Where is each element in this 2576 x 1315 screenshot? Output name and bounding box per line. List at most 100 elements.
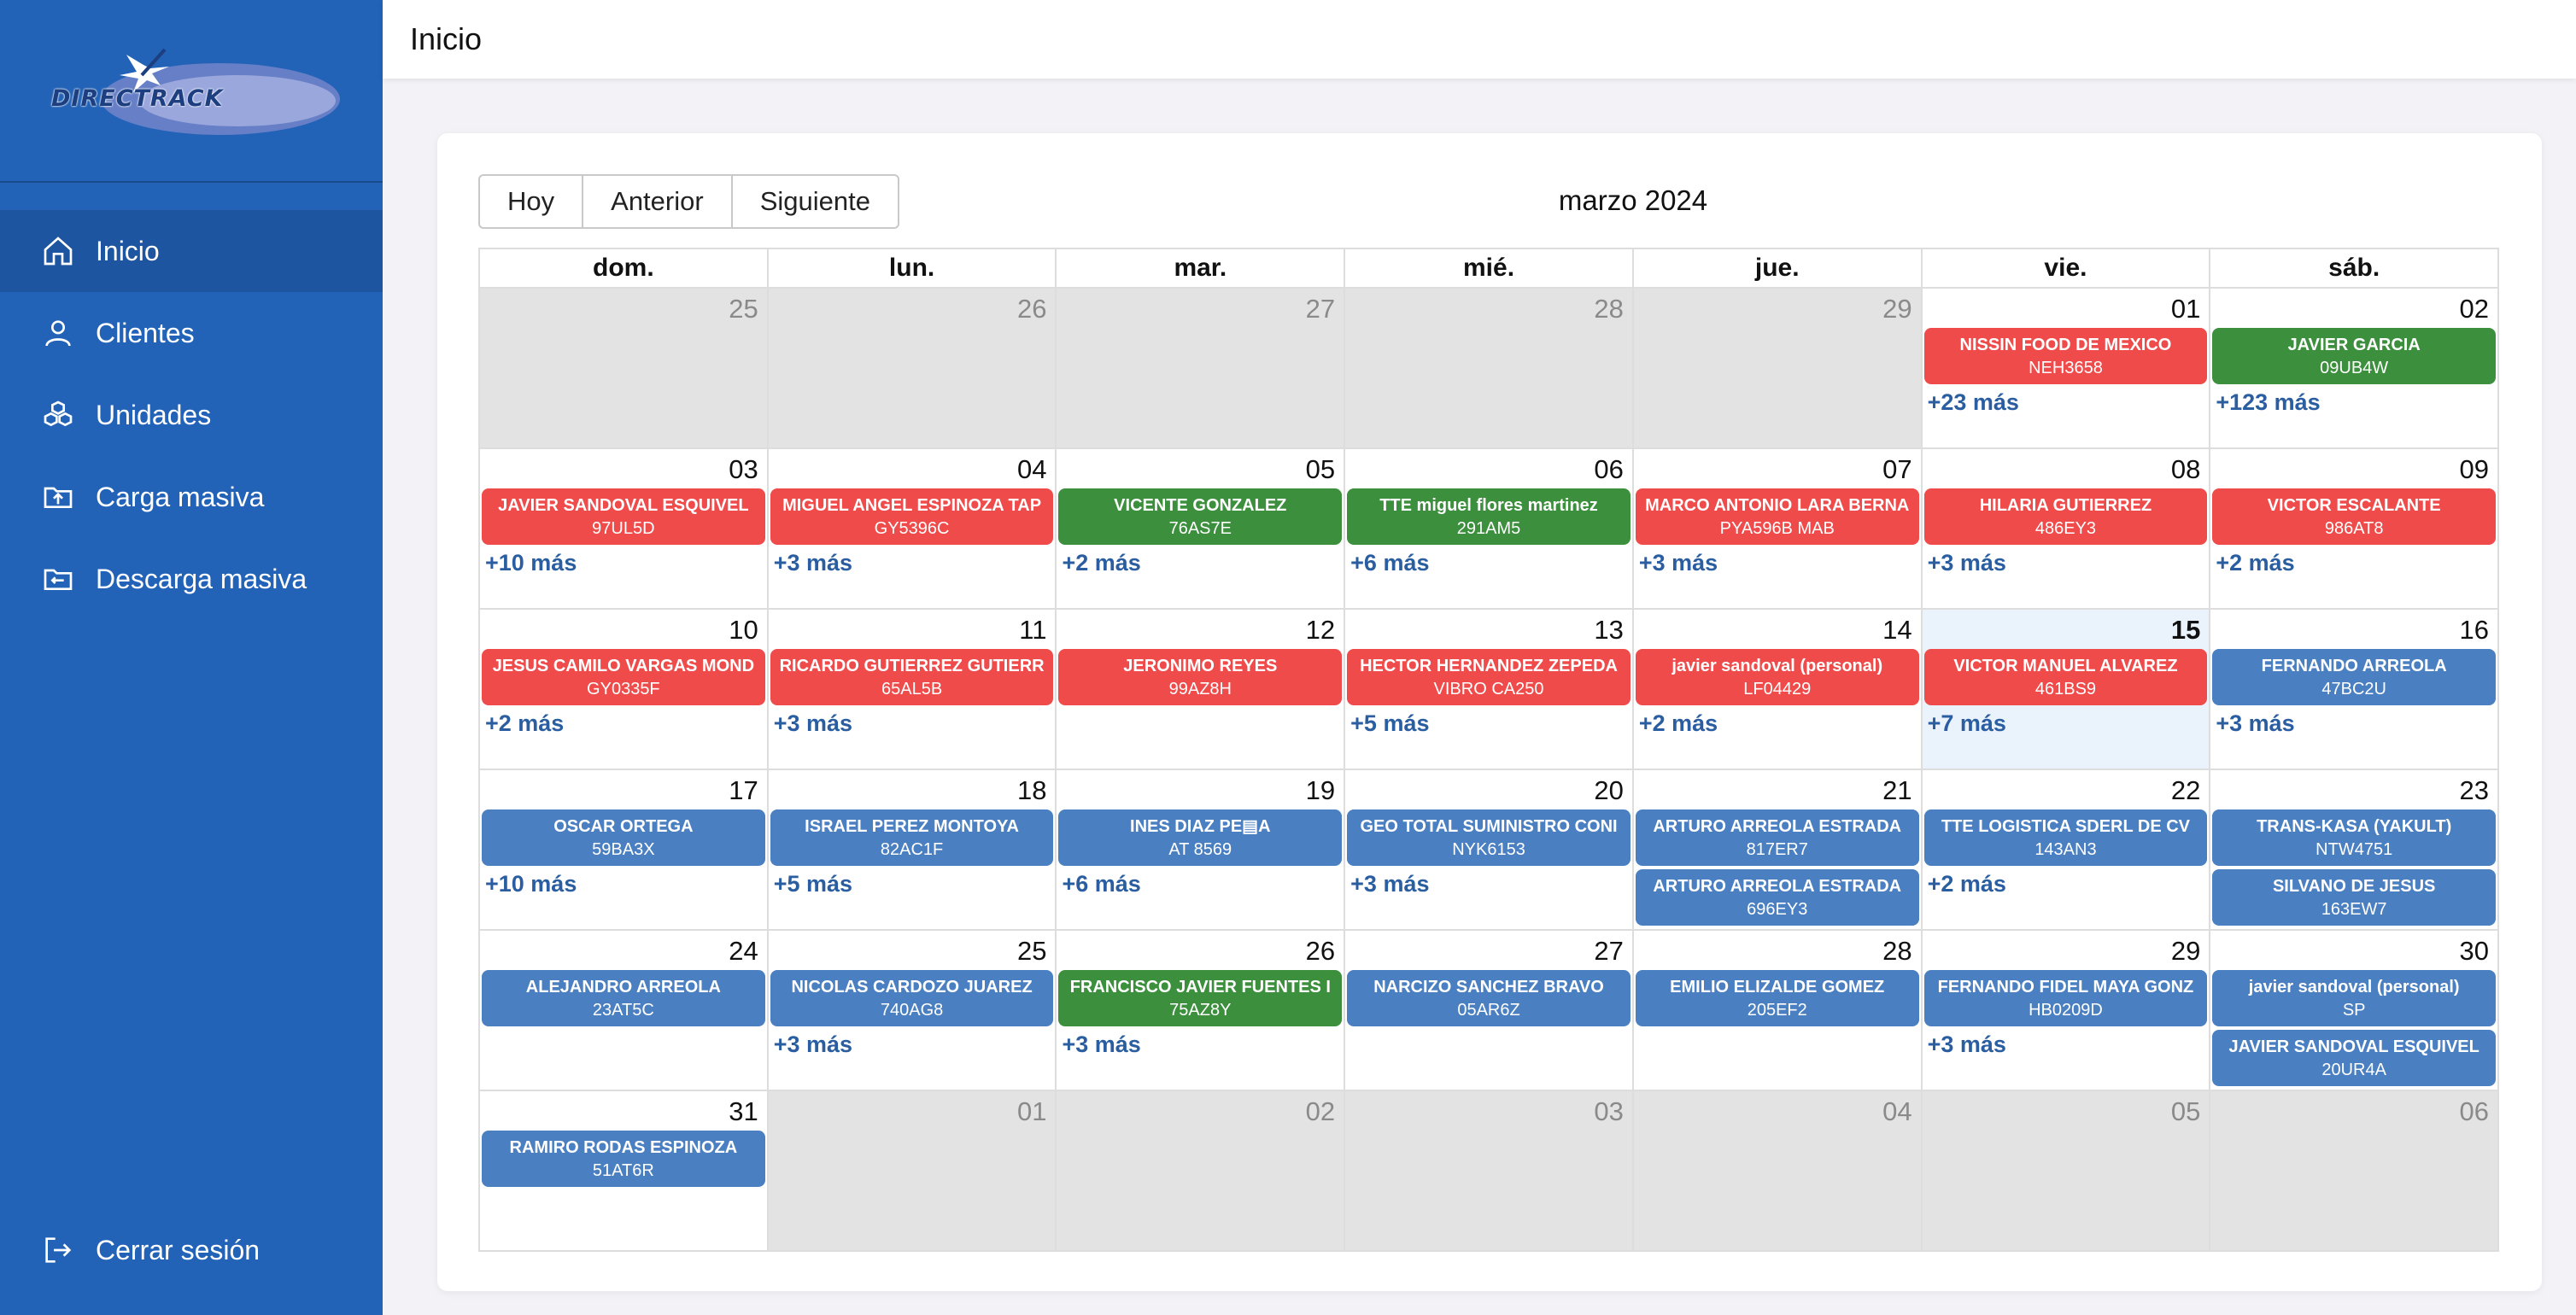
calendar-event[interactable]: ARTURO ARREOLA ESTRADA 696EY3: [1635, 869, 1919, 926]
day-number[interactable]: 02: [2212, 292, 2496, 326]
day-number[interactable]: 31: [482, 1095, 765, 1129]
calendar-event[interactable]: VICTOR MANUEL ALVAREZ 461BS9: [1923, 649, 2208, 705]
day-number[interactable]: 26: [1058, 934, 1342, 968]
calendar-day[interactable]: 10 JESUS CAMILO VARGAS MOND GY0335F +2 más: [480, 610, 767, 769]
sidebar-item-descarga-masiva[interactable]: Descarga masiva: [0, 538, 383, 620]
calendar-event[interactable]: VICENTE GONZALEZ 76AS7E: [1058, 488, 1343, 545]
sidebar-item-clientes[interactable]: Clientes: [0, 292, 383, 374]
day-number[interactable]: 05: [1924, 1095, 2208, 1129]
calendar-day[interactable]: 08 HILARIA GUTIERREZ 486EY3 +3 más: [1920, 449, 2210, 608]
more-events-link[interactable]: +3 más: [1058, 1030, 1342, 1059]
calendar-event[interactable]: TTE LOGISTICA SDERL DE CV 143AN3: [1923, 809, 2208, 866]
more-events-link[interactable]: +2 más: [1058, 548, 1342, 577]
calendar-day[interactable]: 26 FRANCISCO JAVIER FUENTES I 75AZ8Y +3 más: [1055, 931, 1344, 1090]
calendar-day[interactable]: 12 JERONIMO REYES 99AZ8H: [1055, 610, 1344, 769]
calendar-event[interactable]: MARCO ANTONIO LARA BERNA PYA596B MAB: [1635, 488, 1919, 545]
calendar-day[interactable]: 11 RICARDO GUTIERREZ GUTIERR 65AL5B +3 más: [766, 610, 1056, 769]
day-number[interactable]: 14: [1636, 613, 1919, 647]
calendar-day[interactable]: 25 NICOLAS CARDOZO JUAREZ 740AG8 +3 más: [766, 931, 1056, 1090]
calendar-event[interactable]: TTE miguel flores martinez 291AM5: [1347, 488, 1630, 545]
calendar-day[interactable]: 21 ARTURO ARREOLA ESTRADA 817ER7 ARTURO ARR…: [1631, 770, 1921, 929]
calendar-event[interactable]: HILARIA GUTIERREZ 486EY3: [1923, 488, 2208, 545]
calendar-event[interactable]: NICOLAS CARDOZO JUAREZ 740AG8: [770, 970, 1054, 1026]
calendar-event[interactable]: RAMIRO RODAS ESPINOZA 51AT6R: [482, 1131, 765, 1187]
more-events-link[interactable]: +123 más: [2212, 388, 2496, 417]
day-number[interactable]: 19: [1058, 774, 1342, 808]
day-number[interactable]: 20: [1347, 774, 1630, 808]
day-number[interactable]: 11: [770, 613, 1054, 647]
logout-button[interactable]: Cerrar sesión: [0, 1209, 383, 1291]
day-number[interactable]: 21: [1636, 774, 1919, 808]
day-number[interactable]: 23: [2212, 774, 2496, 808]
more-events-link[interactable]: +3 más: [1924, 1030, 2208, 1059]
day-number[interactable]: 09: [2212, 453, 2496, 487]
day-number[interactable]: 27: [1058, 292, 1342, 326]
day-number[interactable]: 04: [1636, 1095, 1919, 1129]
calendar-day[interactable]: 28 EMILIO ELIZALDE GOMEZ 205EF2: [1631, 931, 1921, 1090]
calendar-day[interactable]: 24 ALEJANDRO ARREOLA 23AT5C: [480, 931, 767, 1090]
calendar-event[interactable]: RICARDO GUTIERREZ GUTIERR 65AL5B: [770, 649, 1054, 705]
calendar-event[interactable]: JESUS CAMILO VARGAS MOND GY0335F: [482, 649, 765, 705]
calendar-day[interactable]: 27 NARCIZO SANCHEZ BRAVO 05AR6Z: [1344, 931, 1632, 1090]
more-events-link[interactable]: +23 más: [1924, 388, 2208, 417]
sidebar-item-unidades[interactable]: Unidades: [0, 374, 383, 456]
calendar-event[interactable]: INES DIAZ PE▤A AT 8569: [1058, 809, 1343, 866]
day-number[interactable]: 04: [770, 453, 1054, 487]
calendar-event[interactable]: GEO TOTAL SUMINISTRO CONI NYK6153: [1347, 809, 1630, 866]
more-events-link[interactable]: +10 más: [482, 869, 765, 898]
more-events-link[interactable]: +3 más: [1636, 548, 1919, 577]
more-events-link[interactable]: +3 más: [1347, 869, 1630, 898]
day-number[interactable]: 08: [1924, 453, 2208, 487]
day-number[interactable]: 28: [1347, 292, 1630, 326]
day-number[interactable]: 03: [1347, 1095, 1630, 1129]
calendar-event[interactable]: EMILIO ELIZALDE GOMEZ 205EF2: [1635, 970, 1919, 1026]
calendar-day[interactable]: 29: [1631, 289, 1921, 447]
calendar-day[interactable]: 17 OSCAR ORTEGA 59BA3X +10 más: [480, 770, 767, 929]
calendar-day[interactable]: 04: [1631, 1091, 1921, 1250]
day-number[interactable]: 10: [482, 613, 765, 647]
calendar-day[interactable]: 06: [2209, 1091, 2498, 1250]
calendar-event[interactable]: JAVIER GARCIA 09UB4W: [2212, 328, 2497, 384]
calendar-event[interactable]: FERNANDO FIDEL MAYA GONZ HB0209D: [1923, 970, 2208, 1026]
calendar-event[interactable]: JAVIER SANDOVAL ESQUIVEL 97UL5D: [482, 488, 765, 545]
brand-logo[interactable]: DIRECTRACK: [0, 0, 383, 183]
calendar-day[interactable]: 30 javier sandoval (personal) SP JAVIER SAN…: [2209, 931, 2497, 1090]
calendar-day[interactable]: 09 VICTOR ESCALANTE 986AT8 +2 más: [2209, 449, 2497, 608]
calendar-day[interactable]: 31 RAMIRO RODAS ESPINOZA 51AT6R: [480, 1091, 767, 1250]
calendar-day[interactable]: 02: [1055, 1091, 1344, 1250]
more-events-link[interactable]: +2 más: [2212, 548, 2496, 577]
day-number[interactable]: 25: [482, 292, 765, 326]
calendar-event[interactable]: JERONIMO REYES 99AZ8H: [1058, 649, 1343, 705]
calendar-day[interactable]: 04 MIGUEL ANGEL ESPINOZA TAP GY5396C +3 más: [766, 449, 1056, 608]
day-number[interactable]: 22: [1924, 774, 2208, 808]
calendar-day[interactable]: 23 TRANS-KASA (YAKULT) NTW4751 SILVANO DE J…: [2209, 770, 2497, 929]
day-number[interactable]: 16: [2212, 613, 2496, 647]
calendar-event[interactable]: NISSIN FOOD DE MEXICO NEH3658: [1923, 328, 2208, 384]
day-number[interactable]: 26: [770, 292, 1054, 326]
calendar-day[interactable]: 20 GEO TOTAL SUMINISTRO CONI NYK6153 +3 más: [1344, 770, 1632, 929]
day-number[interactable]: 13: [1347, 613, 1630, 647]
calendar-event[interactable]: OSCAR ORTEGA 59BA3X: [482, 809, 765, 866]
day-number[interactable]: 06: [2212, 1095, 2496, 1129]
more-events-link[interactable]: +3 más: [770, 709, 1054, 738]
more-events-link[interactable]: +2 más: [482, 709, 765, 738]
calendar-day[interactable]: 19 INES DIAZ PE▤A AT 8569 +6 más: [1055, 770, 1344, 929]
more-events-link[interactable]: +6 más: [1347, 548, 1630, 577]
day-number[interactable]: 25: [770, 934, 1054, 968]
day-number[interactable]: 29: [1924, 934, 2208, 968]
calendar-event[interactable]: FERNANDO ARREOLA 47BC2U: [2212, 649, 2497, 705]
day-number[interactable]: 01: [1924, 292, 2208, 326]
day-number[interactable]: 03: [482, 453, 765, 487]
calendar-event[interactable]: javier sandoval (personal) SP: [2212, 970, 2497, 1026]
more-events-link[interactable]: +3 más: [770, 1030, 1054, 1059]
calendar-day[interactable]: 18 ISRAEL PEREZ MONTOYA 82AC1F +5 más: [766, 770, 1056, 929]
calendar-day[interactable]: 25: [480, 289, 767, 447]
calendar-day[interactable]: 01 NISSIN FOOD DE MEXICO NEH3658 +23 más: [1920, 289, 2210, 447]
calendar-day[interactable]: 03: [1344, 1091, 1632, 1250]
calendar-event[interactable]: NARCIZO SANCHEZ BRAVO 05AR6Z: [1347, 970, 1630, 1026]
more-events-link[interactable]: +7 más: [1924, 709, 2208, 738]
calendar-day-today[interactable]: 15 VICTOR MANUEL ALVAREZ 461BS9 +7 más: [1920, 610, 2210, 769]
calendar-day[interactable]: 03 JAVIER SANDOVAL ESQUIVEL 97UL5D +10 más: [480, 449, 767, 608]
more-events-link[interactable]: +2 más: [1924, 869, 2208, 898]
day-number[interactable]: 07: [1636, 453, 1919, 487]
